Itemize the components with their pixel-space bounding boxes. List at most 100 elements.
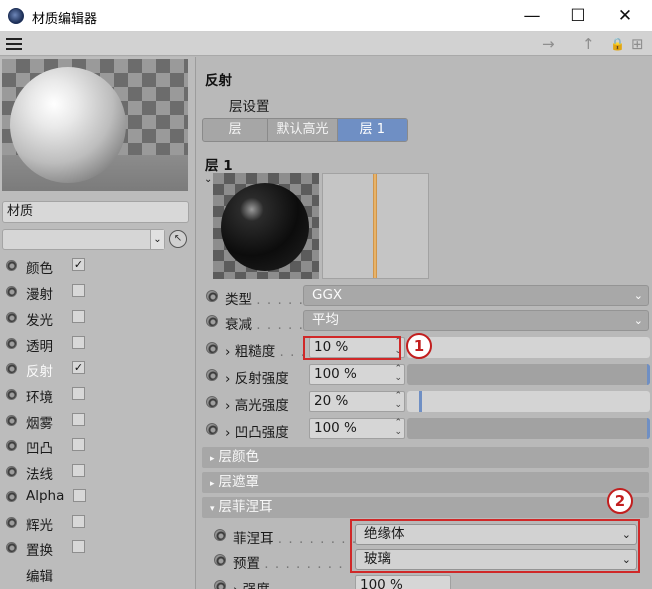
- animation-dot-icon[interactable]: [6, 440, 17, 451]
- animation-dot-icon[interactable]: [6, 338, 17, 349]
- channel-label: 置换: [26, 543, 53, 559]
- type-dropdown[interactable]: GGX ⌄: [303, 285, 649, 306]
- animation-dot-icon[interactable]: [206, 342, 218, 354]
- channel-displacement[interactable]: 置换: [6, 537, 186, 559]
- animation-dot-icon[interactable]: [6, 517, 17, 528]
- channel-normal[interactable]: 法线: [6, 461, 186, 483]
- bump-strength-input[interactable]: 100 % ⌃ ⌄: [309, 418, 405, 439]
- channel-editor[interactable]: 编辑: [6, 563, 186, 585]
- slider-fill: [407, 337, 650, 358]
- channel-label: 发光: [26, 313, 53, 329]
- channel-glow[interactable]: 辉光: [6, 512, 186, 534]
- animation-dot-icon[interactable]: [6, 415, 17, 426]
- animation-dot-icon[interactable]: [214, 580, 226, 589]
- animation-dot-icon[interactable]: [6, 363, 17, 374]
- animation-dot-icon[interactable]: [6, 286, 17, 297]
- channel-checkbox[interactable]: [72, 540, 85, 553]
- channel-luminance[interactable]: 发光: [6, 307, 186, 329]
- animation-dot-icon[interactable]: [214, 529, 226, 541]
- animation-dot-icon[interactable]: [206, 290, 218, 302]
- minimize-button[interactable]: —: [515, 4, 549, 28]
- toolbar: → ↑ 🔒 ⊞: [0, 32, 652, 56]
- animation-dot-icon[interactable]: [206, 396, 218, 408]
- specular-strength-slider[interactable]: [407, 391, 650, 412]
- back-arrow-icon[interactable]: →: [542, 34, 555, 54]
- up-arrow-icon[interactable]: ↑: [582, 34, 595, 54]
- channel-checkbox[interactable]: [72, 515, 85, 528]
- channel-transparency[interactable]: 透明: [6, 333, 186, 355]
- close-button[interactable]: ✕: [608, 4, 642, 28]
- tab-default-specular[interactable]: 默认高光: [268, 119, 338, 141]
- channel-diffusion[interactable]: 漫射: [6, 281, 186, 303]
- channel-fog[interactable]: 烟雾: [6, 410, 186, 432]
- material-preview[interactable]: [2, 59, 188, 191]
- reflection-strength-input[interactable]: 100 % ⌃ ⌄: [309, 364, 405, 385]
- layer-preview[interactable]: [213, 173, 319, 279]
- expand-arrow-icon: ▸: [210, 454, 215, 464]
- preset-label: 预置 . . . . . . . . . .: [233, 556, 365, 572]
- hamburger-menu-icon[interactable]: [6, 38, 22, 50]
- group-layer-fresnel[interactable]: ▾ 层菲涅耳: [202, 497, 649, 518]
- slider-fill: [407, 391, 650, 412]
- channel-reflectance[interactable]: 反射 ✓: [6, 358, 186, 380]
- channel-checkbox[interactable]: [72, 387, 85, 400]
- animation-dot-icon[interactable]: [6, 491, 17, 502]
- material-channel-panel: 材质 ⌄ ↖ 颜色 ✓ 漫射 发光 透明 反射 ✓ 环境 烟雾 凹凸 法线 Alph…: [0, 57, 196, 589]
- channel-checkbox[interactable]: [73, 489, 86, 502]
- strength-input[interactable]: 100 %: [355, 575, 451, 589]
- title-bar: 材质编辑器 — ☐ ✕: [0, 0, 652, 32]
- animation-dot-icon[interactable]: [6, 260, 17, 271]
- group-layer-mask[interactable]: ▸ 层遮罩: [202, 472, 649, 493]
- bump-strength-slider[interactable]: [407, 418, 650, 439]
- animation-dot-icon[interactable]: [214, 554, 226, 566]
- expand-arrow-icon: ▸: [210, 479, 215, 489]
- channel-checkbox[interactable]: ✓: [72, 361, 85, 374]
- bump-strength-label: › 凹凸强度: [225, 425, 289, 441]
- chevron-down-icon[interactable]: ⌄: [150, 230, 164, 249]
- channel-checkbox[interactable]: [72, 438, 85, 451]
- spinner-icon[interactable]: ⌃ ⌄: [394, 392, 402, 410]
- animation-dot-icon[interactable]: [6, 542, 17, 553]
- lock-icon[interactable]: 🔒: [610, 34, 625, 54]
- channel-checkbox[interactable]: [72, 413, 85, 426]
- channel-environment[interactable]: 环境: [6, 384, 186, 406]
- specular-strength-input[interactable]: 20 % ⌃ ⌄: [309, 391, 405, 412]
- channel-bump[interactable]: 凹凸: [6, 435, 186, 457]
- reflection-strength-slider[interactable]: [407, 364, 650, 385]
- channel-checkbox[interactable]: [72, 310, 85, 323]
- roughness-slider[interactable]: [407, 337, 650, 358]
- collapse-arrow-icon[interactable]: ⌄: [204, 174, 212, 185]
- annotation-badge-2: 2: [607, 488, 633, 514]
- picker-arrow-icon[interactable]: ↖: [169, 230, 187, 248]
- spinner-icon[interactable]: ⌃ ⌄: [394, 419, 402, 437]
- strength-value: 100 %: [360, 577, 403, 589]
- channel-checkbox[interactable]: [72, 464, 85, 477]
- channel-label: 反射: [26, 364, 53, 380]
- channel-alpha[interactable]: Alpha: [6, 486, 186, 506]
- layer-settings-label: 层设置: [229, 99, 270, 115]
- animation-dot-icon[interactable]: [6, 466, 17, 477]
- attenuation-dropdown[interactable]: 平均 ⌄: [303, 310, 649, 331]
- group-layer-color[interactable]: ▸ 层颜色: [202, 447, 649, 468]
- channel-checkbox[interactable]: [72, 284, 85, 297]
- layer-select-dropdown[interactable]: ⌄: [2, 229, 165, 250]
- new-window-icon[interactable]: ⊞: [631, 34, 644, 54]
- annotation-badge-1: 1: [406, 333, 432, 359]
- channel-label: 编辑: [26, 569, 53, 585]
- animation-dot-icon[interactable]: [206, 315, 218, 327]
- tab-layer-1[interactable]: 层 1: [337, 119, 407, 141]
- channel-color[interactable]: 颜色 ✓: [6, 255, 186, 277]
- channel-checkbox[interactable]: [72, 336, 85, 349]
- bump-strength-value: 100 %: [314, 420, 357, 436]
- material-name-field[interactable]: 材质: [2, 201, 189, 223]
- channel-label: Alpha: [26, 488, 65, 504]
- animation-dot-icon[interactable]: [206, 423, 218, 435]
- animation-dot-icon[interactable]: [206, 369, 218, 381]
- tab-layers[interactable]: 层: [203, 119, 269, 141]
- animation-dot-icon[interactable]: [6, 389, 17, 400]
- channel-checkbox[interactable]: ✓: [72, 258, 85, 271]
- maximize-button[interactable]: ☐: [561, 4, 595, 28]
- group-label: 层菲涅耳: [218, 499, 273, 515]
- spinner-icon[interactable]: ⌃ ⌄: [394, 365, 402, 383]
- animation-dot-icon[interactable]: [6, 312, 17, 323]
